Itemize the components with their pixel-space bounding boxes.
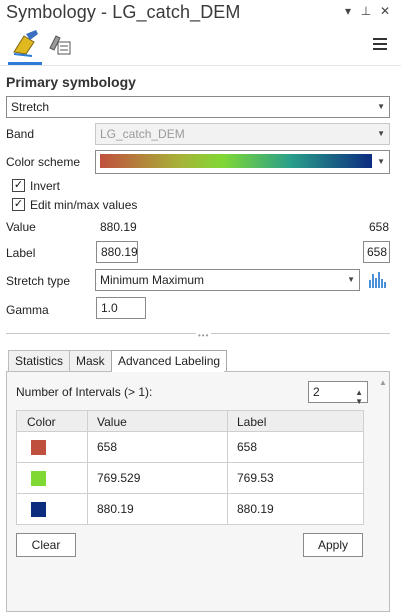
- invert-checkbox[interactable]: ✓: [12, 179, 25, 192]
- close-icon: ✕: [379, 4, 391, 18]
- invert-label: Invert: [30, 179, 61, 193]
- intervals-value: 2: [313, 385, 320, 399]
- chevron-down-icon: ▼: [377, 129, 385, 138]
- row-value[interactable]: 769.529: [87, 463, 140, 493]
- edit-minmax-checkbox[interactable]: ✓: [12, 198, 25, 211]
- label-min-input[interactable]: 880.19: [96, 241, 138, 263]
- header-value: Value: [97, 415, 127, 429]
- edit-minmax-label: Edit min/max values: [30, 198, 138, 212]
- chevron-down-icon: ▾: [344, 4, 352, 18]
- color-scheme-label: Color scheme: [6, 155, 81, 169]
- header-divider: [0, 65, 401, 66]
- table-row[interactable]: 769.529 769.53: [16, 463, 364, 494]
- gamma-input[interactable]: 1.0: [96, 297, 146, 319]
- histogram-button[interactable]: [367, 270, 389, 290]
- stretch-type-value: Minimum Maximum: [100, 273, 205, 287]
- row-value[interactable]: 658: [87, 432, 117, 462]
- stretch-type-label: Stretch type: [6, 274, 71, 288]
- table-row[interactable]: 658 658: [16, 432, 364, 463]
- value-min: 880.19: [100, 220, 137, 234]
- stretch-type-dropdown[interactable]: Minimum Maximum ▼: [95, 269, 360, 291]
- value-max: 658: [369, 220, 390, 234]
- table-header: Color Value Label: [16, 410, 364, 432]
- scroll-up-icon[interactable]: ▲: [379, 378, 389, 388]
- chevron-down-icon: ▼: [377, 157, 385, 166]
- color-ramp: [100, 154, 372, 168]
- clear-button[interactable]: Clear: [16, 533, 76, 557]
- primary-symbology-brush-icon: [13, 30, 38, 57]
- panel-splitter[interactable]: •••: [6, 331, 390, 340]
- section-title: Primary symbology: [6, 74, 136, 90]
- row-label[interactable]: 880.19: [227, 494, 274, 524]
- band-label: Band: [6, 127, 35, 141]
- table-row[interactable]: 880.19 880.19: [16, 494, 364, 525]
- tab-statistics[interactable]: Statistics: [8, 350, 71, 371]
- band-value: LG_catch_DEM: [100, 127, 185, 141]
- label-row-label: Label: [6, 246, 36, 260]
- intervals-stepper[interactable]: 2 ▲ ▼: [308, 381, 368, 406]
- renderer-value: Stretch: [11, 100, 50, 114]
- tab-mask[interactable]: Mask: [69, 350, 112, 371]
- window-title: Symbology - LG_catch_DEM: [6, 2, 241, 22]
- secondary-symbology-icon: [49, 35, 71, 55]
- header-color: Color: [27, 415, 56, 429]
- color-swatch[interactable]: [31, 502, 46, 517]
- labels-table: Color Value Label 658 658 769.529 769.53…: [16, 410, 364, 525]
- pin-button[interactable]: ⊥: [358, 3, 374, 19]
- gamma-label: Gamma: [6, 303, 49, 317]
- chevron-down-icon: ▼: [377, 102, 385, 111]
- label-max-input[interactable]: 658: [363, 241, 390, 263]
- apply-button[interactable]: Apply: [303, 533, 363, 557]
- tab-secondary-symbology[interactable]: [46, 28, 76, 62]
- row-value[interactable]: 880.19: [87, 494, 134, 524]
- band-dropdown: LG_catch_DEM ▼: [95, 123, 390, 145]
- menu-hamburger-icon[interactable]: [373, 38, 387, 50]
- close-button[interactable]: ✕: [377, 3, 393, 19]
- intervals-label: Number of Intervals (> 1):: [16, 385, 153, 399]
- color-swatch[interactable]: [31, 440, 46, 455]
- renderer-dropdown[interactable]: Stretch ▼: [6, 96, 390, 118]
- header-label: Label: [237, 415, 267, 429]
- row-label[interactable]: 769.53: [227, 463, 274, 493]
- chevron-down-icon[interactable]: ▼: [355, 392, 363, 412]
- options-dropdown-button[interactable]: ▾: [340, 3, 356, 19]
- tab-primary-symbology[interactable]: [10, 28, 40, 62]
- pin-icon: ⊥: [360, 4, 372, 18]
- chevron-down-icon: ▼: [347, 275, 355, 284]
- value-label: Value: [6, 220, 36, 234]
- row-label[interactable]: 658: [227, 432, 257, 462]
- histogram-icon: [369, 272, 386, 288]
- color-swatch[interactable]: [31, 471, 46, 486]
